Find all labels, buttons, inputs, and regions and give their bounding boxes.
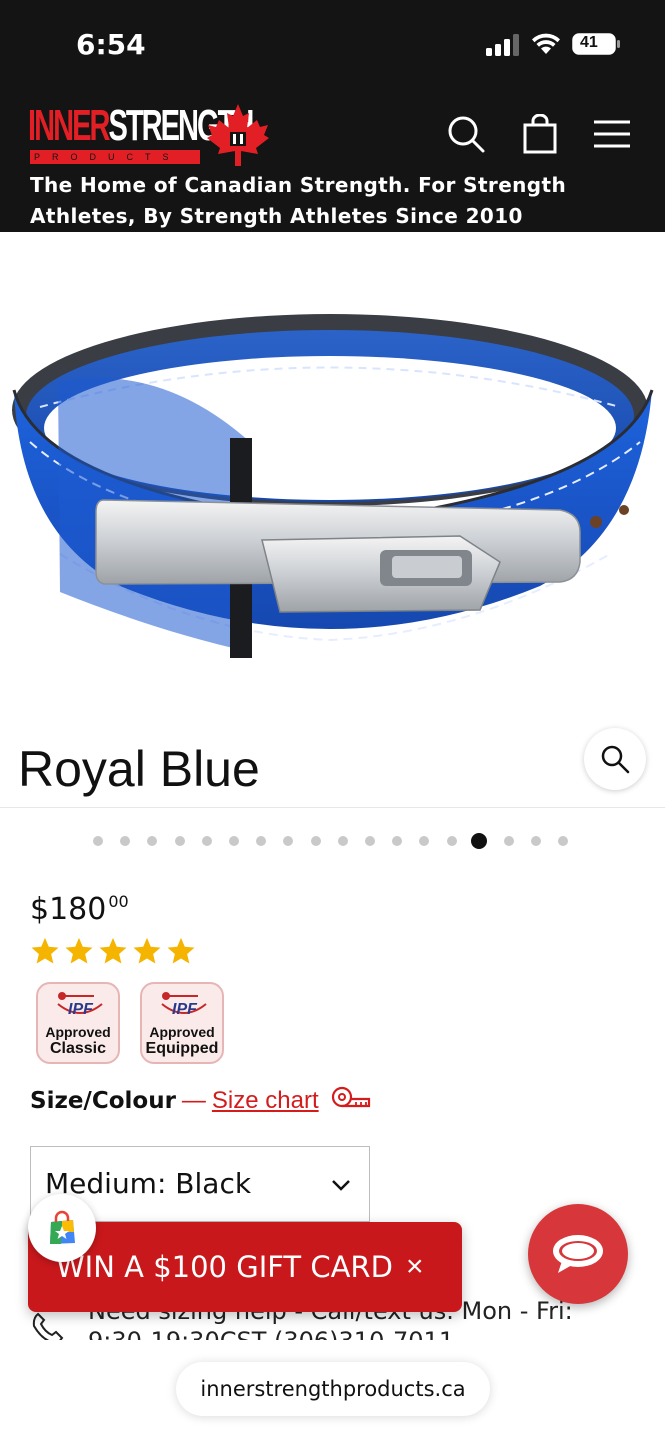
size-colour-label: Size/Colour — [30, 1088, 176, 1114]
badge-approved-text: Approved — [149, 1024, 215, 1040]
chevron-down-icon — [332, 1180, 350, 1191]
star-icon — [31, 937, 59, 964]
gift-card-text: WIN A $100 GIFT CARD — [56, 1250, 393, 1284]
battery-level: 41 — [580, 34, 598, 51]
star-icon — [99, 937, 127, 964]
maple-leaf-icon — [207, 104, 269, 166]
zoom-button[interactable] — [584, 728, 646, 790]
product-image[interactable]: Royal Blue — [0, 232, 665, 808]
status-time: 6:54 — [76, 28, 146, 61]
site-header: INNER STRENGTH PRODUCTS The Home of Canad… — [0, 90, 665, 232]
gallery-dot[interactable] — [504, 836, 514, 846]
ipf-approved-equipped-badge: IPF Approved Equipped — [140, 982, 224, 1064]
phone-icon — [32, 1312, 64, 1340]
shopping-bag-icon — [50, 1210, 75, 1244]
gallery-dot[interactable] — [147, 836, 158, 846]
gallery-dot[interactable] — [310, 836, 321, 846]
status-bar: 6:54 41 — [0, 0, 665, 90]
svg-text:IPF: IPF — [68, 1001, 94, 1018]
price-cents: 00 — [108, 892, 129, 911]
svg-text:IPF: IPF — [172, 1001, 198, 1018]
size-dash: — — [181, 1087, 206, 1114]
gallery-dot[interactable] — [174, 836, 185, 846]
site-logo[interactable]: INNER STRENGTH PRODUCTS — [28, 96, 270, 168]
gallery-dot[interactable] — [337, 836, 348, 846]
ipf-logo-icon: IPF — [161, 992, 207, 1018]
gallery-pagination — [0, 832, 665, 850]
size-chart-link[interactable]: Size chart — [212, 1087, 319, 1114]
battery-icon: 41 — [572, 33, 622, 55]
gallery-dot[interactable] — [365, 836, 375, 846]
variant-selected-value: Medium: Black — [45, 1167, 252, 1200]
gallery-dot[interactable] — [531, 836, 542, 846]
chat-bubble-icon — [553, 1235, 603, 1273]
size-colour-row: Size/Colour — Size chart — [30, 1086, 371, 1115]
gallery-dot[interactable] — [283, 836, 294, 846]
site-tagline: The Home of Canadian Strength. For Stren… — [30, 170, 650, 232]
price-main: $180 — [30, 892, 107, 927]
image-color-caption: Royal Blue — [18, 741, 260, 797]
ipf-badges: IPF Approved Classic IPF Approved Equipp… — [36, 982, 224, 1064]
zoom-icon — [601, 745, 630, 774]
ipf-logo-icon: IPF — [57, 992, 103, 1018]
product-page: 6:54 41 INNER STRENGTH PRODUCTS The Home… — [0, 0, 665, 1440]
ipf-approved-classic-badge: IPF Approved Classic — [36, 982, 120, 1064]
star-icon — [65, 937, 93, 964]
chat-button[interactable] — [528, 1204, 628, 1304]
browser-url-bar[interactable]: innerstrengthproducts.ca — [176, 1362, 490, 1416]
cart-icon[interactable] — [520, 114, 560, 154]
star-icon — [167, 937, 195, 964]
lever-belt-image — [12, 314, 654, 658]
gallery-dot[interactable] — [229, 836, 239, 846]
logo-inner-text: INNER — [28, 101, 110, 150]
gallery-dot[interactable] — [558, 836, 569, 846]
cellular-signal-icon — [486, 34, 519, 56]
badge-category-text: Equipped — [145, 1040, 219, 1057]
sizing-help-line-2: 9:30-19:30CST (306)310-7011 — [88, 1326, 573, 1340]
gallery-dot-active[interactable] — [470, 833, 487, 849]
gallery-dot[interactable] — [120, 836, 131, 846]
star-icon — [133, 937, 161, 964]
tape-measure-icon[interactable] — [331, 1086, 371, 1112]
gallery-dot[interactable] — [392, 836, 403, 846]
menu-icon[interactable] — [592, 114, 632, 154]
gallery-dot[interactable] — [419, 836, 430, 846]
gallery-dot[interactable] — [93, 836, 103, 846]
tagline-line-2: Athletes, By Strength Athletes Since 201… — [30, 204, 523, 228]
badge-approved-text: Approved — [45, 1024, 111, 1040]
tagline-line-1: The Home of Canadian Strength. For Stren… — [30, 173, 567, 197]
product-price: $180 00 — [30, 892, 129, 927]
gallery-dot[interactable] — [256, 836, 267, 846]
rating-stars[interactable] — [30, 936, 196, 970]
close-icon[interactable]: × — [406, 1250, 424, 1284]
badge-category-text: Classic — [49, 1040, 107, 1057]
logo-products-bar: PRODUCTS — [30, 150, 200, 164]
search-icon[interactable] — [446, 114, 486, 154]
gallery-dot[interactable] — [446, 836, 457, 846]
shop-app-button[interactable] — [28, 1194, 96, 1262]
gallery-dot[interactable] — [201, 836, 212, 846]
wifi-icon — [532, 33, 560, 54]
